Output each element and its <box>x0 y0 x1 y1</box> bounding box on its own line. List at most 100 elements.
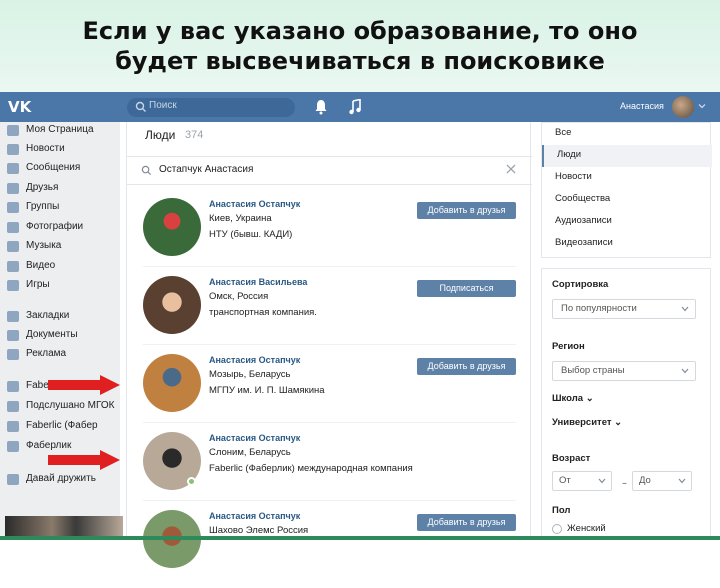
university-label: Университет <box>552 417 612 428</box>
page-title: Люди <box>145 128 176 142</box>
sidebar-item[interactable]: Игры <box>0 277 120 295</box>
person-name[interactable]: Анастасия Остапчук <box>209 433 300 443</box>
sidebar-item[interactable]: Видео <box>0 258 120 276</box>
search-section-item[interactable]: Люди <box>542 145 712 167</box>
divider <box>127 156 532 157</box>
country-select[interactable]: Выбор страны <box>552 361 696 381</box>
sidebar-item[interactable]: Подслушано МГОК <box>0 398 120 416</box>
add-friend-button[interactable]: Подписаться <box>417 280 516 297</box>
home-icon <box>7 125 19 136</box>
sidebar-item[interactable]: Давай дружить <box>0 471 120 489</box>
people-search-panel: Люди 374 Остапчук Анастасия Анастасия Ос… <box>126 122 532 568</box>
sidebar-item[interactable]: Моя Страница <box>0 122 120 140</box>
person-row: Анастасия Остапчук Мозырь, Беларусь МГПУ и… <box>127 354 532 432</box>
sidebar-item-label: Подслушано МГОК <box>26 400 115 411</box>
community-icon <box>7 421 19 432</box>
sort-select[interactable]: По популярности <box>552 299 696 319</box>
sidebar-item[interactable]: Реклама <box>0 346 120 364</box>
gender-radio-female[interactable] <box>552 524 562 534</box>
divider <box>143 266 516 267</box>
sidebar-item-label: Сообщения <box>26 162 81 173</box>
search-icon <box>135 101 146 112</box>
slide-title: Если у вас указано образование, то оно б… <box>0 16 720 76</box>
avatar[interactable] <box>143 198 201 256</box>
chevron-down-icon <box>678 478 686 484</box>
sort-heading: Сортировка <box>552 279 609 290</box>
person-name[interactable]: Анастасия Васильева <box>209 277 307 287</box>
sidebar-item-label: Закладки <box>26 310 70 321</box>
community-icon <box>7 441 19 452</box>
red-arrow-icon <box>48 375 120 395</box>
sidebar-item[interactable]: Музыка <box>0 238 120 256</box>
sidebar-item[interactable]: Группы <box>0 199 120 217</box>
person-name[interactable]: Анастасия Остапчук <box>209 511 300 521</box>
sidebar-item[interactable]: Новости <box>0 141 120 159</box>
messages-icon <box>7 163 19 174</box>
search-icon <box>141 165 152 176</box>
sidebar-item-label: Давай дружить <box>26 473 96 484</box>
search-section-item[interactable]: Сообщества <box>542 189 712 211</box>
sidebar-item[interactable]: Закладки <box>0 308 120 326</box>
person-location: Слоним, Беларусь <box>209 447 291 458</box>
games-icon <box>7 280 19 291</box>
school-filter-link[interactable]: Школа ⌄ <box>552 393 594 404</box>
search-query: Остапчук Анастасия <box>159 164 254 175</box>
person-row: Анастасия Остапчук Слоним, Беларусь Faberl… <box>127 432 532 510</box>
friends-icon <box>7 183 19 194</box>
person-education: транспортная компания. <box>209 307 317 318</box>
person-row: Анастасия Остапчук Шахово Элемс Россия Доб… <box>127 510 532 588</box>
person-location: Мозырь, Беларусь <box>209 369 291 380</box>
sidebar-item-label: Друзья <box>26 182 59 193</box>
groups-icon <box>7 202 19 213</box>
person-name[interactable]: Анастасия Остапчук <box>209 199 300 209</box>
photos-icon <box>7 222 19 233</box>
age-from-select[interactable]: От <box>552 471 612 491</box>
university-filter-link[interactable]: Университет ⌄ <box>552 417 622 428</box>
people-search-input[interactable]: Остапчук Анастасия <box>127 158 532 184</box>
search-section-item[interactable]: Новости <box>542 167 712 189</box>
avatar[interactable] <box>143 276 201 334</box>
avatar[interactable] <box>143 354 201 412</box>
search-section-item[interactable]: Видеозаписи <box>542 233 712 255</box>
slide-bottom-bar <box>0 536 720 540</box>
search-section-menu: Все Люди Новости Сообщества Аудиозаписи Видео… <box>541 122 712 258</box>
header-avatar[interactable] <box>672 96 694 118</box>
sidebar-item[interactable]: Документы <box>0 327 120 345</box>
country-value: Выбор страны <box>561 365 625 376</box>
search-section-item[interactable]: Все <box>542 123 712 145</box>
search-section-label: Новости <box>555 171 592 182</box>
sidebar-item-label: Новости <box>26 143 65 154</box>
vk-header: VK Поиск Анастасия <box>0 92 720 122</box>
header-user-name[interactable]: Анастасия <box>620 101 664 111</box>
results-count: 374 <box>185 129 204 141</box>
bell-icon[interactable] <box>314 99 328 115</box>
sidebar-item[interactable]: Друзья <box>0 180 120 198</box>
close-icon[interactable] <box>505 163 517 175</box>
sidebar-item-label: Группы <box>26 201 60 212</box>
person-name[interactable]: Анастасия Остапчук <box>209 355 300 365</box>
add-friend-button[interactable]: Добавить в друзья <box>417 202 516 219</box>
sidebar-item[interactable]: Faberlic (Фабер <box>0 418 120 436</box>
music-note-icon[interactable] <box>348 99 362 115</box>
header-search[interactable]: Поиск <box>127 98 295 117</box>
chevron-down-icon[interactable] <box>698 102 706 110</box>
search-placeholder: Поиск <box>149 100 177 111</box>
vk-logo[interactable]: VK <box>8 98 34 116</box>
search-section-item[interactable]: Аудиозаписи <box>542 211 712 233</box>
sidebar-item[interactable]: Сообщения <box>0 160 120 178</box>
sidebar-item-label: Игры <box>26 279 50 290</box>
person-education: МГПУ им. И. П. Шамякина <box>209 385 325 396</box>
search-section-label: Аудиозаписи <box>555 215 612 226</box>
age-to-select[interactable]: До <box>632 471 692 491</box>
divider <box>127 184 532 185</box>
sidebar-item-label: Музыка <box>26 240 62 251</box>
age-to-value: До <box>639 475 651 486</box>
add-friend-button[interactable]: Добавить в друзья <box>417 358 516 375</box>
search-section-label: Видеозаписи <box>555 237 613 248</box>
sidebar-item-label: Faberlic (Фабер <box>26 420 98 431</box>
ads-icon <box>7 349 19 360</box>
add-friend-button[interactable]: Добавить в друзья <box>417 514 516 531</box>
sidebar-item[interactable]: Фотографии <box>0 219 120 237</box>
sort-value: По популярности <box>561 303 637 314</box>
left-sidebar: Моя Страница Новости Сообщения Друзья Группы… <box>0 122 120 540</box>
